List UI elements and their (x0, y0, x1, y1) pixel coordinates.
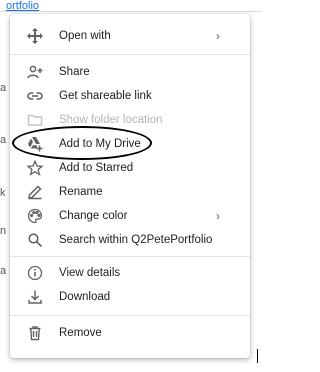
menu-item-label: Download (59, 291, 111, 303)
menu-separator (10, 54, 250, 55)
background-edge-text: a (0, 82, 7, 94)
trash-icon (27, 325, 43, 341)
background-edge-text: k (0, 187, 6, 199)
info-icon (27, 265, 43, 281)
menu-item-label: View details (59, 267, 121, 279)
search-icon (27, 232, 43, 248)
menu-separator (10, 256, 250, 257)
menu-item-label: Show folder location (59, 114, 163, 126)
menu-item-download[interactable]: Download (10, 285, 250, 309)
menu-separator (10, 315, 250, 316)
menu-item-label: Open with (59, 30, 111, 42)
background-edge-text: n (0, 225, 7, 237)
link-icon (27, 88, 43, 104)
menu-item-open-with[interactable]: Open with › (10, 24, 250, 48)
menu-item-get-link[interactable]: Get shareable link (10, 84, 250, 108)
menu-item-remove[interactable]: Remove (10, 321, 250, 345)
menu-item-share[interactable]: Share (10, 60, 250, 84)
menu-item-label: Get shareable link (59, 90, 152, 102)
menu-item-change-color[interactable]: Change color › (10, 204, 250, 228)
menu-item-add-to-starred[interactable]: Add to Starred (10, 156, 250, 180)
menu-item-label: Search within Q2PetePortfolio (59, 234, 213, 246)
menu-item-search-within[interactable]: Search within Q2PetePortfolio (10, 228, 250, 252)
menu-item-label: Rename (59, 186, 103, 198)
menu-item-label: Remove (59, 327, 102, 339)
menu-item-view-details[interactable]: View details (10, 261, 250, 285)
menu-item-label: Add to Starred (59, 162, 134, 174)
folder-icon (27, 112, 43, 128)
drive-add-icon (27, 136, 43, 152)
chevron-right-icon: › (216, 29, 220, 43)
pencil-icon (27, 184, 43, 200)
text-cursor (257, 349, 258, 363)
menu-item-rename[interactable]: Rename (10, 180, 250, 204)
move-arrows-icon (27, 28, 43, 44)
menu-item-show-folder-location: Show folder location (10, 108, 250, 132)
menu-item-label: Change color (59, 210, 128, 222)
background-edge-text: a (0, 134, 7, 146)
star-icon (27, 160, 43, 176)
palette-icon (27, 208, 43, 224)
background-edge-text: a (0, 265, 7, 277)
menu-item-label: Share (59, 66, 90, 78)
menu-item-add-to-my-drive[interactable]: Add to My Drive (10, 132, 250, 156)
chevron-right-icon: › (216, 209, 220, 223)
download-icon (27, 289, 43, 305)
background-folder-link[interactable]: ortfolio (6, 0, 39, 12)
background-divider (0, 11, 262, 12)
context-menu: Open with › Share Get shareable link Sho… (10, 14, 250, 358)
person-add-icon (27, 64, 43, 80)
menu-item-label: Add to My Drive (59, 138, 141, 150)
